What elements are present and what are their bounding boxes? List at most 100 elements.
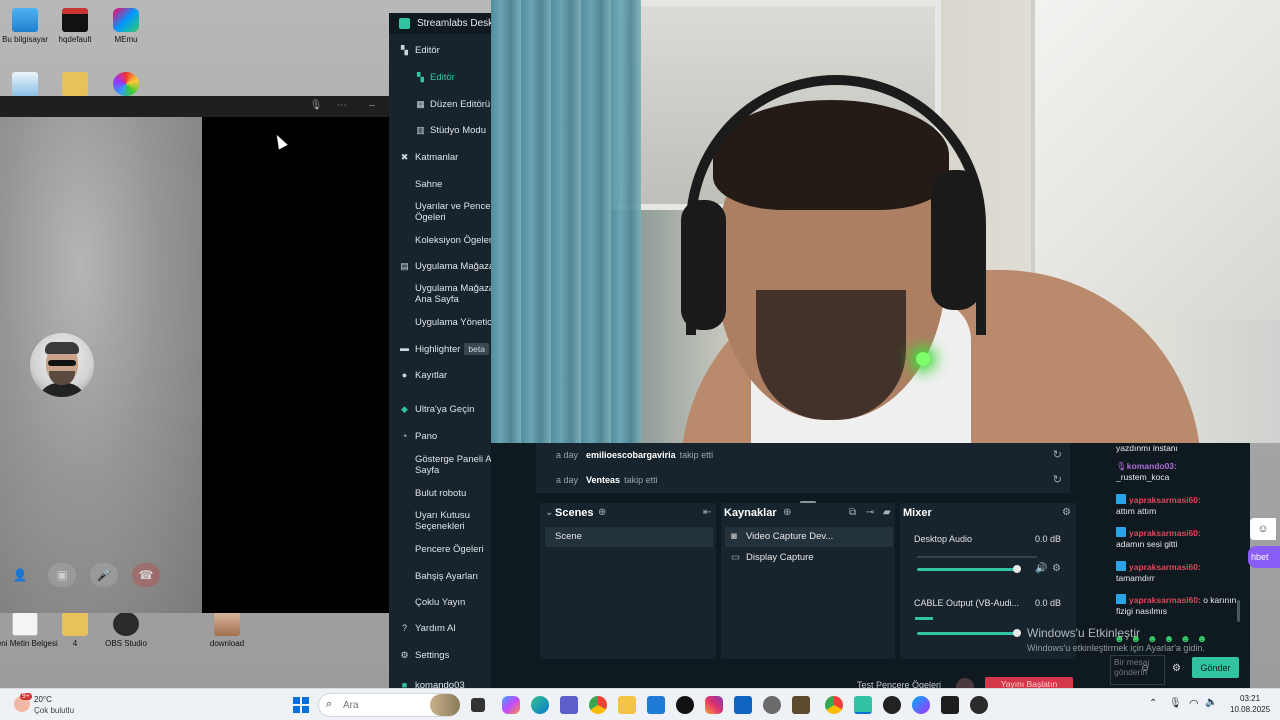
- volume-slider[interactable]: [917, 568, 1017, 571]
- app-icon[interactable]: [763, 696, 781, 714]
- more-icon[interactable]: ⋯: [334, 99, 350, 113]
- chrome-icon[interactable]: [589, 696, 607, 714]
- gear-icon[interactable]: ⚙: [1062, 507, 1071, 518]
- nav-highlighter[interactable]: ▬ Highlighter beta: [389, 343, 499, 355]
- add-person-icon[interactable]: 👤: [6, 563, 34, 587]
- nav-alertbox[interactable]: Uyarı Kutusu Seçenekleri: [389, 510, 499, 532]
- nav-scene[interactable]: Sahne: [389, 179, 499, 190]
- file-explorer-icon[interactable]: [618, 696, 636, 714]
- desktop-icon-obs[interactable]: OBS Studio: [91, 612, 161, 649]
- tiktok-icon[interactable]: [676, 696, 694, 714]
- github-icon[interactable]: [883, 696, 901, 714]
- emoji-icon[interactable]: ☺: [1250, 518, 1276, 540]
- desktop-icon-color-app[interactable]: [91, 72, 161, 99]
- minecraft-icon[interactable]: [792, 696, 810, 714]
- add-scene-icon[interactable]: ⊕: [598, 507, 606, 518]
- nav-multistream[interactable]: Çoklu Yayın: [389, 597, 499, 608]
- side-tab[interactable]: hbet: [1248, 546, 1280, 568]
- nav-app-store-section[interactable]: ▤ Uygulama Mağaza: [389, 261, 499, 272]
- nav-editor[interactable]: ▚ Editör: [389, 72, 499, 83]
- desktop-icon-download[interactable]: download: [192, 612, 262, 649]
- chat-message: yapraksarmasi60: attım attım: [1116, 494, 1201, 516]
- copilot-icon[interactable]: [502, 696, 520, 714]
- nav-app-manager[interactable]: Uygulama Yönetici: [389, 317, 499, 328]
- nav-editor-section[interactable]: ▚ Editör: [389, 45, 499, 56]
- messenger-icon[interactable]: [912, 696, 930, 714]
- chat-input[interactable]: [1110, 655, 1165, 685]
- chat-scrollbar[interactable]: [1237, 600, 1240, 622]
- camera-off-icon[interactable]: ▣: [48, 563, 76, 587]
- nav-cloudbot[interactable]: Bulut robotu: [389, 488, 499, 499]
- weather-widget[interactable]: 9+ 20°C Çok bulutlu: [10, 692, 100, 718]
- clock-time[interactable]: 03:21: [1240, 694, 1260, 703]
- volume-slider-knob[interactable]: [1013, 565, 1021, 573]
- edge-icon[interactable]: [531, 696, 549, 714]
- instagram-icon[interactable]: [705, 696, 723, 714]
- volume-slider[interactable]: [917, 632, 1017, 635]
- user-icon: ■: [401, 680, 408, 688]
- folder-icon[interactable]: ▰: [883, 507, 891, 518]
- scenes-title: Scenes: [555, 507, 594, 519]
- minimize-icon[interactable]: –: [364, 99, 380, 113]
- nav-app-store-home[interactable]: Uygulama Mağaza Ana Sayfa: [389, 283, 499, 305]
- webcam-preview: [491, 0, 1280, 443]
- nav-help[interactable]: ? Yardım Al: [389, 623, 499, 634]
- desktop-icon-memu[interactable]: MEmu: [91, 8, 161, 45]
- source-item[interactable]: ▭ Display Capture: [725, 548, 893, 568]
- nav-studio-mode[interactable]: ▥ Stüdyo Modu: [389, 125, 499, 136]
- volume-slider-knob[interactable]: [1013, 629, 1021, 637]
- badge-icon: [1116, 494, 1126, 504]
- chevron-up-icon[interactable]: ⌃: [1149, 698, 1157, 709]
- nav-settings[interactable]: ⚙ Settings: [389, 650, 499, 661]
- mic-icon: 🎙: [1116, 461, 1127, 471]
- nav-alerts[interactable]: Uyarılar ve Pencer Ögeleri: [389, 201, 499, 223]
- chevron-down-icon[interactable]: ⌄: [545, 507, 553, 518]
- teams-icon[interactable]: [560, 696, 578, 714]
- go-live-button[interactable]: Yayını Başlatın: [985, 677, 1073, 688]
- emoji-icon[interactable]: ☺: [1140, 663, 1150, 674]
- store-icon: ▤: [400, 261, 409, 271]
- nav-collection[interactable]: Koleksiyon Ögeleri: [389, 235, 499, 246]
- speaker-icon[interactable]: 🔈: [1205, 697, 1217, 708]
- start-button[interactable]: [293, 697, 309, 713]
- beta-badge: beta: [464, 343, 489, 355]
- send-button[interactable]: Gönder: [1192, 657, 1239, 678]
- mic-icon[interactable]: 🎙: [1169, 698, 1182, 709]
- nav-widgets[interactable]: Pencere Ögeleri: [389, 544, 499, 555]
- copy-icon[interactable]: ⧉: [849, 507, 856, 518]
- replay-icon[interactable]: ↻: [1053, 468, 1062, 493]
- wifi-icon[interactable]: ◠: [1189, 697, 1199, 710]
- store-icon[interactable]: [647, 696, 665, 714]
- nav-user[interactable]: ■ komando03: [389, 680, 499, 688]
- gear-icon[interactable]: ⚙: [1052, 563, 1061, 574]
- nav-recordings[interactable]: ● Kayıtlar: [389, 370, 499, 381]
- gear-icon[interactable]: ⚙: [1172, 663, 1181, 674]
- scene-item[interactable]: Scene: [545, 527, 713, 547]
- mic-off-icon[interactable]: 🎤: [90, 563, 118, 587]
- source-item[interactable]: ◙ Video Capture Dev...: [725, 527, 893, 547]
- mixer-channel-name: CABLE Output (VB-Audi...: [914, 598, 1020, 608]
- add-source-icon[interactable]: ⊕: [783, 507, 791, 518]
- call-participant-area: 👤 ▣ 🎤 ☎: [0, 117, 202, 613]
- outlook-icon[interactable]: [734, 696, 752, 714]
- task-view-icon[interactable]: [471, 698, 485, 712]
- nav-layout-editor[interactable]: ▦ Düzen Editörü: [389, 99, 499, 110]
- replay-icon[interactable]: ↻: [1053, 443, 1062, 468]
- nav-dashboard-home[interactable]: Gösterge Paneli Ana Sayfa: [389, 454, 499, 476]
- clock-date[interactable]: 10.08.2025: [1230, 705, 1270, 714]
- streamlabs-icon[interactable]: [854, 696, 872, 714]
- chrome-profile-icon[interactable]: [825, 696, 843, 714]
- nav-layers-section[interactable]: ✖ Katmanlar: [389, 152, 499, 163]
- mic-icon[interactable]: 🎙: [308, 99, 324, 113]
- lock-icon[interactable]: ⊸: [866, 507, 874, 518]
- terminal-icon[interactable]: [941, 696, 959, 714]
- nav-tip-settings[interactable]: Bahşiş Ayarları: [389, 571, 499, 582]
- nav-dashboard-section[interactable]: ◔ Pano: [389, 431, 499, 442]
- nav-ultra[interactable]: ◆ Ultra'ya Geçin: [389, 404, 499, 415]
- obs-icon[interactable]: [970, 696, 988, 714]
- scene-transition-icon[interactable]: ⇤: [703, 507, 711, 518]
- speaker-icon[interactable]: 🔊: [1035, 563, 1047, 574]
- search-highlight-icon[interactable]: [430, 694, 460, 716]
- hang-up-icon[interactable]: ☎: [132, 563, 160, 587]
- editor-icon: ▚: [417, 72, 424, 82]
